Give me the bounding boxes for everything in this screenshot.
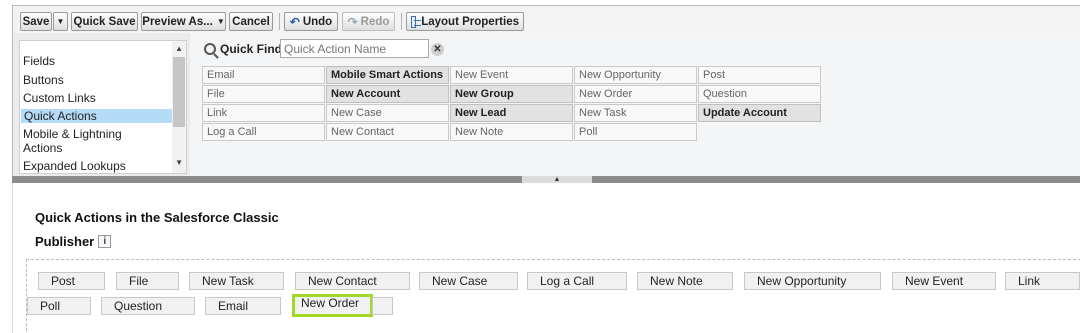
palette-action[interactable]: Post [698, 66, 821, 84]
save-dropdown-button[interactable]: ▼ [53, 12, 68, 31]
publisher-action[interactable]: Link [1005, 272, 1080, 290]
category-list: Fields Buttons Custom Links Quick Action… [19, 40, 187, 174]
publisher-action[interactable]: New Note [637, 272, 733, 290]
toolbar-divider [401, 13, 402, 30]
scroll-up-icon[interactable]: ▲ [175, 44, 183, 53]
palette-action[interactable]: New Contact [326, 123, 449, 141]
palette-action[interactable]: Email [202, 66, 325, 84]
clear-search-icon[interactable]: ✕ [431, 43, 444, 56]
toolbar: Save ▼ Quick Save Preview As... ▼ Cancel … [12, 5, 1080, 33]
palette-action[interactable]: New Task [574, 104, 697, 122]
quick-find-area: Quick Find ✕ Email Mobile Smart Actions … [190, 33, 1080, 182]
preview-as-button[interactable]: Preview As... ▼ [141, 12, 226, 31]
palette-action[interactable]: Link [202, 104, 325, 122]
publisher-action[interactable]: New Event [892, 272, 996, 290]
palette-action[interactable]: New Account [326, 85, 449, 103]
palette-action[interactable]: New Lead [450, 104, 573, 122]
category-fields[interactable]: Fields [23, 54, 55, 68]
chevron-down-icon: ▼ [216, 17, 225, 26]
publisher-action[interactable]: New Contact [295, 272, 410, 290]
publisher-action[interactable]: Log a Call [527, 272, 627, 290]
redo-button[interactable]: ↷ Redo [342, 12, 395, 31]
palette-action[interactable]: New Opportunity [574, 66, 697, 84]
undo-icon: ↶ [289, 14, 300, 29]
section-title-line2: Publisher i [35, 234, 112, 249]
quick-save-button[interactable]: Quick Save [71, 12, 138, 31]
chevron-down-icon: ▼ [56, 17, 65, 26]
publisher-empty-slot [372, 297, 393, 315]
publisher-action[interactable]: Email [205, 297, 281, 315]
toolbar-divider [279, 13, 280, 30]
section-title: Quick Actions in the Salesforce Classic [35, 210, 279, 225]
save-button[interactable]: Save [20, 12, 52, 31]
publisher-action[interactable]: File [116, 272, 179, 290]
palette-action[interactable]: Log a Call [202, 123, 325, 141]
palette-action[interactable]: Poll [574, 123, 697, 141]
publisher-action-new-order[interactable]: New Order [292, 294, 373, 317]
palette-action[interactable]: File [202, 85, 325, 103]
palette-action[interactable]: Update Account [698, 104, 821, 122]
search-icon [204, 43, 216, 55]
palette-splitter[interactable]: ▲ [12, 176, 1080, 183]
category-buttons[interactable]: Buttons [23, 73, 64, 87]
info-icon[interactable]: i [98, 235, 112, 248]
page-layout-area: Quick Actions in the Salesforce Classic … [12, 183, 1080, 333]
category-expanded-lookups[interactable]: Expanded Lookups [23, 159, 126, 173]
palette-action[interactable]: New Order [574, 85, 697, 103]
palette-action[interactable]: New Case [326, 104, 449, 122]
quick-find-input[interactable] [280, 39, 429, 58]
quick-find-label: Quick Find [204, 42, 282, 56]
chevron-up-icon: ▲ [553, 176, 561, 183]
publisher-action[interactable]: Poll [27, 297, 91, 315]
scroll-down-icon[interactable]: ▼ [175, 158, 183, 167]
cancel-button[interactable]: Cancel [229, 12, 273, 31]
category-custom-links[interactable]: Custom Links [23, 91, 96, 105]
scrollbar-thumb[interactable] [173, 57, 185, 127]
publisher-actions-section: Post File New Task New Contact New Case … [26, 259, 1080, 331]
palette-action[interactable]: Question [698, 85, 821, 103]
layout-properties-icon [411, 15, 422, 28]
publisher-action[interactable]: New Task [189, 272, 284, 290]
category-mobile-lightning-actions[interactable]: Mobile & Lightning Actions [23, 127, 158, 155]
palette-action[interactable]: New Note [450, 123, 573, 141]
category-scrollbar[interactable]: ▲ ▼ [172, 41, 186, 173]
palette-action[interactable]: Mobile Smart Actions [326, 66, 449, 84]
publisher-action[interactable]: Question [101, 297, 195, 315]
layout-properties-button[interactable]: Layout Properties [406, 12, 524, 31]
undo-button[interactable]: ↶ Undo [284, 12, 338, 31]
publisher-action[interactable]: New Opportunity [744, 272, 881, 290]
palette: Fields Buttons Custom Links Quick Action… [12, 33, 1080, 182]
category-quick-actions[interactable]: Quick Actions [21, 109, 173, 123]
palette-action[interactable]: New Event [450, 66, 573, 84]
redo-icon: ↷ [347, 14, 358, 29]
publisher-action[interactable]: New Case [419, 272, 518, 290]
collapse-palette-handle[interactable]: ▲ [522, 176, 592, 183]
palette-action[interactable]: New Group [450, 85, 573, 103]
publisher-action[interactable]: Post [38, 272, 105, 290]
